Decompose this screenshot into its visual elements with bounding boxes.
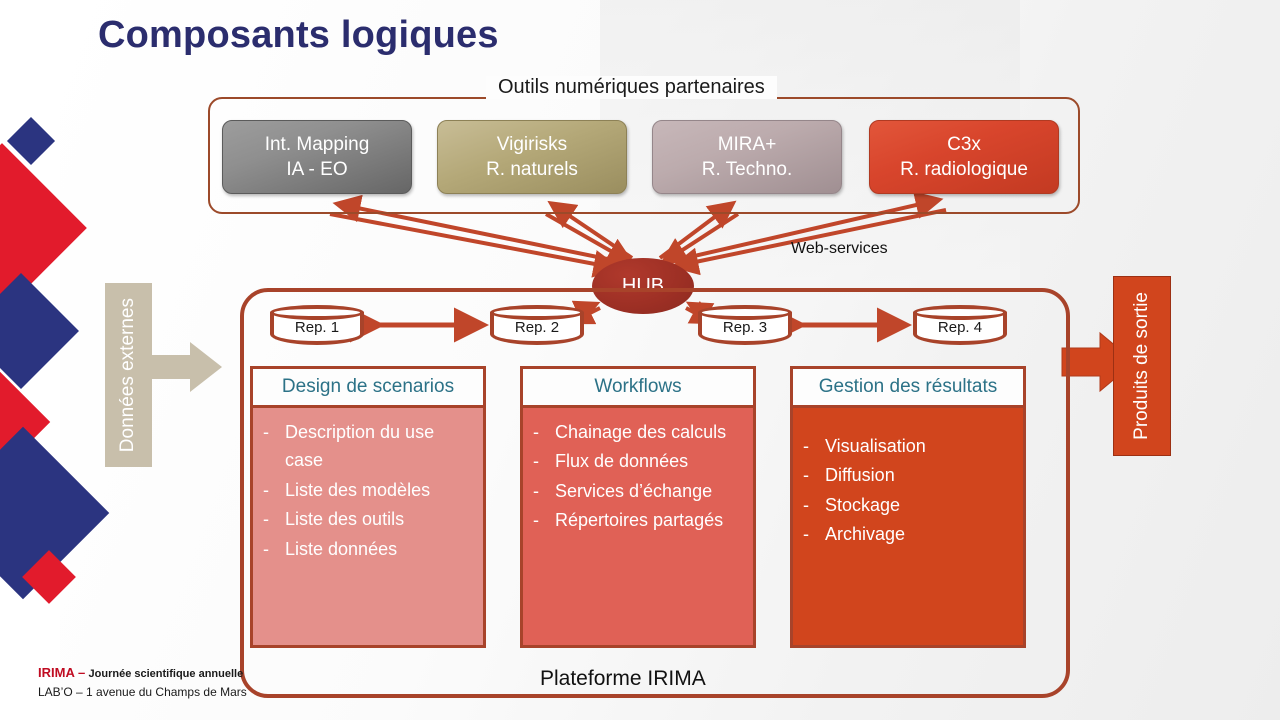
- tool-subtitle: R. naturels: [486, 159, 578, 180]
- list-item-label: Chainage des calculs: [555, 422, 727, 442]
- cylinder-top: [913, 305, 1007, 320]
- list-item: - Stockage: [803, 491, 1013, 519]
- list-item: - Répertoires partagés: [533, 506, 743, 534]
- list-item: - Liste des modèles: [263, 476, 473, 504]
- slide-canvas: Composants logiques Outils numériques pa…: [0, 0, 1280, 720]
- list-item: - Archivage: [803, 520, 1013, 548]
- cylinder-top: [698, 305, 792, 320]
- repository-label: Rep. 3: [722, 319, 768, 336]
- list-item-label: Liste données: [285, 538, 398, 559]
- dash-bullet: -: [263, 538, 269, 559]
- output-products-label: Produits de sortie: [1130, 292, 1152, 440]
- list-item-label: Archivage: [825, 524, 906, 545]
- tool-name: Int. Mapping: [264, 133, 370, 155]
- tool-subtitle: IA - EO: [286, 159, 348, 180]
- repository-label: Rep. 4: [937, 319, 983, 336]
- repository-rep-1[interactable]: Rep. 1: [270, 305, 364, 345]
- repository-rep-2[interactable]: Rep. 2: [490, 305, 584, 345]
- panel-design-de-scenarios[interactable]: Design de scenarios - Description du use …: [250, 366, 486, 648]
- tool-name: C3x: [947, 133, 981, 155]
- tool-name: MIRA+: [717, 133, 777, 155]
- footer-brand: IRIMA –: [38, 665, 86, 680]
- input-data-label: Données externes: [117, 297, 139, 453]
- list-item: - Liste des outils: [263, 505, 473, 533]
- tool-subtitle: R. radiologique: [900, 159, 1028, 180]
- dash-bullet: -: [803, 465, 809, 486]
- dash-bullet: -: [803, 494, 809, 515]
- panel-item-list: - Description du use case - Liste des modè…: [263, 418, 473, 563]
- output-products-box: Produits de sortie: [1113, 276, 1171, 456]
- dash-bullet: -: [533, 510, 539, 531]
- panel-title: Gestion des résultats: [790, 366, 1026, 408]
- web-services-label: Web-services: [791, 240, 888, 257]
- input-data-box: Données externes: [105, 283, 152, 467]
- list-item-label: Visualisation: [825, 436, 926, 456]
- dash-bullet: -: [803, 436, 809, 456]
- dash-bullet: -: [263, 422, 269, 442]
- list-item: - Visualisation: [803, 432, 1013, 460]
- dash-bullet: -: [533, 480, 539, 501]
- list-item: - Diffusion: [803, 461, 1013, 489]
- panel-body: - Visualisation - Diffusion - Stockage - Arc…: [790, 408, 1026, 648]
- list-item: - Services d’échange: [533, 477, 743, 505]
- page-title: Composants logiques: [98, 14, 499, 56]
- list-item-label: Liste des outils: [285, 509, 405, 530]
- footer: IRIMA – Journée scientifique annuelle LA…: [38, 663, 247, 702]
- tool-card-vigirisks[interactable]: Vigirisks R. naturels: [437, 120, 627, 194]
- partner-tools-legend: Outils numériques partenaires: [486, 76, 777, 99]
- footer-event: Journée scientifique annuelle: [88, 668, 244, 680]
- panel-title: Design de scenarios: [250, 366, 486, 408]
- list-item-label: Description du use case: [285, 422, 435, 471]
- list-item-label: Flux de données: [555, 451, 689, 472]
- tool-name: Vigirisks: [496, 133, 568, 155]
- panel-item-list: - Visualisation - Diffusion - Stockage - Arc…: [803, 432, 1013, 549]
- repository-label: Rep. 1: [294, 319, 340, 336]
- panel-title: Workflows: [520, 366, 756, 408]
- repository-rep-4[interactable]: Rep. 4: [913, 305, 1007, 345]
- panel-body: - Chainage des calculs - Flux de données -…: [520, 408, 756, 648]
- tool-card-c3x[interactable]: C3x R. radiologique: [869, 120, 1059, 194]
- dash-bullet: -: [803, 524, 809, 545]
- tool-subtitle: R. Techno.: [701, 159, 793, 180]
- list-item: - Chainage des calculs: [533, 418, 743, 446]
- tool-card-mira-plus[interactable]: MIRA+ R. Techno.: [652, 120, 842, 194]
- list-item-label: Diffusion: [825, 465, 895, 486]
- panel-gestion-des-resultats[interactable]: Gestion des résultats - Visualisation - Di…: [790, 366, 1026, 648]
- list-item-label: Stockage: [825, 494, 901, 515]
- list-item: - Description du use case: [263, 418, 473, 475]
- list-item: - Flux de données: [533, 447, 743, 475]
- panel-item-list: - Chainage des calculs - Flux de données -…: [533, 418, 743, 535]
- repository-rep-3[interactable]: Rep. 3: [698, 305, 792, 345]
- cylinder-top: [270, 305, 364, 320]
- cylinder-top: [490, 305, 584, 320]
- list-item: - Liste données: [263, 535, 473, 563]
- dash-bullet: -: [533, 422, 539, 442]
- panel-body: - Description du use case - Liste des modè…: [250, 408, 486, 648]
- list-item-label: Liste des modèles: [285, 479, 431, 500]
- dash-bullet: -: [263, 479, 269, 500]
- platform-label: Plateforme IRIMA: [540, 667, 706, 690]
- panel-workflows[interactable]: Workflows - Chainage des calculs - Flux de…: [520, 366, 756, 648]
- tool-card-int-mapping[interactable]: Int. Mapping IA - EO: [222, 120, 412, 194]
- repository-label: Rep. 2: [514, 319, 560, 336]
- dash-bullet: -: [533, 451, 539, 472]
- dash-bullet: -: [263, 509, 269, 530]
- footer-line-1: IRIMA – Journée scientifique annuelle: [38, 663, 247, 683]
- footer-address: LAB’O – 1 avenue du Champs de Mars: [38, 685, 247, 700]
- list-item-label: Répertoires partagés: [555, 510, 724, 531]
- list-item-label: Services d’échange: [555, 480, 713, 501]
